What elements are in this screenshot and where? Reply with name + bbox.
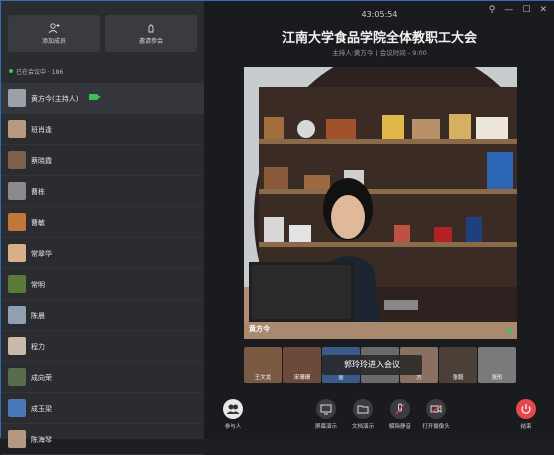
- avatar: [8, 182, 26, 200]
- participant-row[interactable]: 常翠华: [1, 238, 204, 269]
- participant-list[interactable]: 黄方今(主持人) 班肖逢蔡晓霞曹栋曹敏常翠华常明陈晨程力成向荣成玉梁陈海琴: [1, 83, 204, 455]
- in-meeting-count: 已在会议中 · 186: [9, 67, 63, 76]
- participant-name: 成玉梁: [31, 405, 52, 413]
- main-video[interactable]: 黄方今: [244, 67, 517, 339]
- participants-label: 参与人: [224, 424, 242, 430]
- participant-name: 曹栋: [31, 188, 45, 196]
- participant-row[interactable]: 曹敏: [1, 207, 204, 238]
- main-area: 43:05:54 ⚲ — ☐ ✕ 江南大学食品学院全体教职工大会 主持人:黄方今 | …: [204, 1, 554, 439]
- avatar: [8, 306, 26, 324]
- screen-share-icon: [316, 399, 336, 419]
- avatar: [8, 430, 26, 448]
- participant-row[interactable]: 常明: [1, 269, 204, 300]
- participant-name: 陈海琴: [31, 436, 52, 444]
- avatar: [8, 213, 26, 231]
- sidebar: 添加成员 邀请参会 已在会议中 · 186 黄方今(主持人) 班肖逢蔡晓霞曹栋曹敏…: [1, 1, 204, 455]
- maximize-icon[interactable]: ☐: [522, 5, 530, 15]
- end-meeting-button[interactable]: 结束: [511, 399, 541, 430]
- participant-thumbnail[interactable]: 张毅: [439, 347, 477, 383]
- participants-icon: [223, 399, 243, 419]
- participant-name: 班肖逢: [31, 126, 52, 134]
- participant-row[interactable]: 成玉梁: [1, 393, 204, 424]
- participant-name: 黄方今(主持人): [31, 95, 79, 103]
- participant-name: 程力: [31, 343, 45, 351]
- thumbnail-name: 王文龙: [254, 375, 272, 381]
- participant-row[interactable]: 班肖逢: [1, 114, 204, 145]
- avatar: [8, 337, 26, 355]
- participant-thumbnail[interactable]: 宋珊珊: [283, 347, 321, 383]
- screen-share-label: 屏幕演示: [314, 424, 337, 430]
- video-scene: [244, 67, 517, 339]
- close-icon[interactable]: ✕: [539, 5, 547, 15]
- participant-row[interactable]: 程力: [1, 331, 204, 362]
- join-toast: 郭玲玲进入会议: [322, 355, 422, 375]
- participant-row[interactable]: 黄方今(主持人): [1, 83, 204, 114]
- participant-row[interactable]: 成向荣: [1, 362, 204, 393]
- speaker-mic-icon: [508, 327, 511, 334]
- participant-name: 常翠华: [31, 250, 52, 258]
- meeting-subtitle: 主持人:黄方今 | 会议时间 - 9:00: [332, 49, 427, 57]
- meeting-window: 添加成员 邀请参会 已在会议中 · 186 黄方今(主持人) 班肖逢蔡晓霞曹栋曹敏…: [0, 0, 554, 455]
- in-meeting-label: 已在会议中 · 186: [16, 69, 64, 76]
- mic-muted-icon: [390, 399, 410, 419]
- thumbnail-name: 张毅: [452, 375, 464, 381]
- participant-name: 成向荣: [31, 374, 52, 382]
- thumbnail-name: 宋珊珊: [293, 375, 311, 381]
- screen-share-button[interactable]: 屏幕演示: [311, 399, 341, 430]
- avatar: [8, 244, 26, 262]
- end-label: 结束: [520, 424, 532, 430]
- minimize-icon[interactable]: —: [504, 5, 513, 15]
- add-member-label: 添加成员: [41, 38, 66, 45]
- unmute-button[interactable]: 解除静音: [385, 399, 415, 430]
- bottom-toolbar: 参与人 屏幕演示 文档演示 解除静音 打开摄像头 结束: [204, 393, 554, 439]
- invite-label: 邀请参会: [138, 38, 163, 45]
- thumbnail-name: 张彤: [491, 375, 503, 381]
- avatar: [8, 151, 26, 169]
- participant-name: 蔡晓霞: [31, 157, 52, 165]
- window-controls: ⚲ — ☐ ✕: [480, 5, 547, 15]
- participant-thumbnail[interactable]: 王文龙: [244, 347, 282, 383]
- camera-label: 打开摄像头: [422, 424, 450, 430]
- add-user-icon: [48, 23, 60, 33]
- meeting-title: 江南大学食品学院全体教职工大会: [281, 31, 477, 46]
- participant-row[interactable]: 蔡晓霞: [1, 145, 204, 176]
- add-member-button[interactable]: 添加成员: [8, 15, 100, 52]
- invite-icon: [148, 24, 154, 33]
- participant-row[interactable]: 陈海琴: [1, 424, 204, 455]
- avatar: [8, 399, 26, 417]
- camera-on-icon: [89, 94, 101, 100]
- participant-name: 陈晨: [31, 312, 45, 320]
- pin-icon[interactable]: ⚲: [489, 5, 496, 15]
- doc-share-label: 文档演示: [351, 424, 374, 430]
- avatar: [8, 89, 26, 107]
- doc-share-button[interactable]: 文档演示: [348, 399, 378, 430]
- participant-name: 常明: [31, 281, 45, 289]
- participant-thumbnail[interactable]: 张彤: [478, 347, 516, 383]
- participant-row[interactable]: 曹栋: [1, 176, 204, 207]
- participant-name: 曹敏: [31, 219, 45, 227]
- avatar: [8, 275, 26, 293]
- avatar: [8, 120, 26, 138]
- camera-off-icon: [426, 399, 446, 419]
- participant-row[interactable]: 陈晨: [1, 300, 204, 331]
- online-dot-icon: [9, 69, 13, 73]
- power-icon: [516, 399, 536, 419]
- participants-button[interactable]: 参与人: [218, 399, 248, 430]
- camera-button[interactable]: 打开摄像头: [420, 399, 452, 430]
- avatar: [8, 368, 26, 386]
- invite-button[interactable]: 邀请参会: [105, 15, 197, 52]
- folder-icon: [353, 399, 373, 419]
- speaker-name: 黄方今: [249, 325, 270, 333]
- unmute-label: 解除静音: [388, 424, 411, 430]
